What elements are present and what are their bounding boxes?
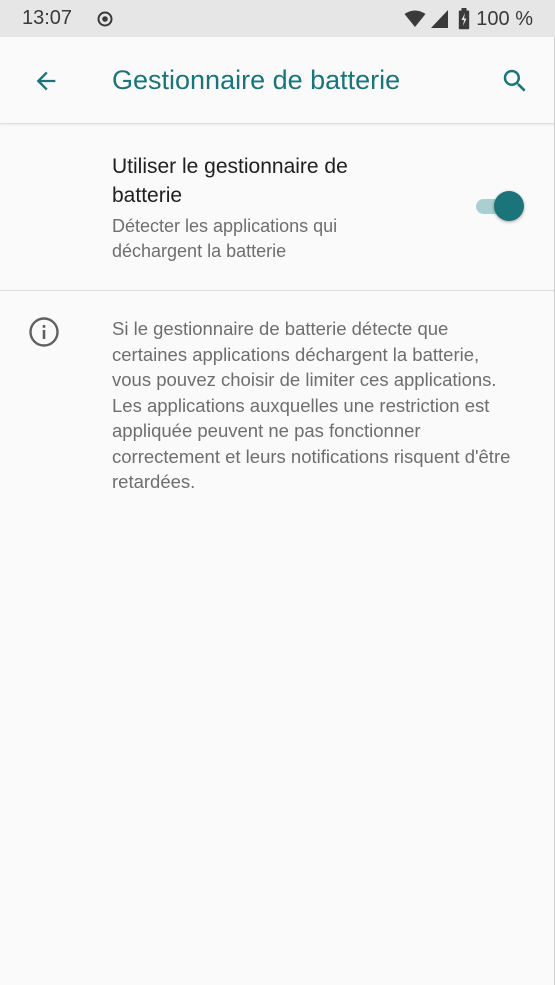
app-bar: Gestionnaire de batterie xyxy=(0,37,555,124)
search-button[interactable] xyxy=(493,59,537,103)
status-time: 13:07 xyxy=(22,7,73,29)
back-button[interactable] xyxy=(24,59,68,103)
battery-manager-setting[interactable]: Utiliser le gestionnaire de batterie Dét… xyxy=(0,124,555,291)
setting-title: Utiliser le gestionnaire de batterie xyxy=(112,155,348,207)
info-text: Si le gestionnaire de batterie détecte q… xyxy=(112,318,511,492)
status-icons: 100 % xyxy=(404,6,533,32)
battery-manager-toggle[interactable] xyxy=(476,190,526,222)
page-title: Gestionnaire de batterie xyxy=(112,65,401,95)
cell-signal-icon xyxy=(431,10,449,28)
info-icon xyxy=(29,317,59,347)
toggle-thumb xyxy=(494,191,524,221)
battery-icon xyxy=(459,8,470,30)
sync-icon xyxy=(97,11,113,27)
search-icon xyxy=(503,69,526,92)
status-bar: 13:07 100 % xyxy=(0,0,555,37)
wifi-icon xyxy=(404,10,426,27)
battery-percent: 100 % xyxy=(476,7,533,30)
arrow-left-icon xyxy=(36,71,56,91)
setting-summary: Détecter les applications qui déchargent… xyxy=(112,216,338,261)
